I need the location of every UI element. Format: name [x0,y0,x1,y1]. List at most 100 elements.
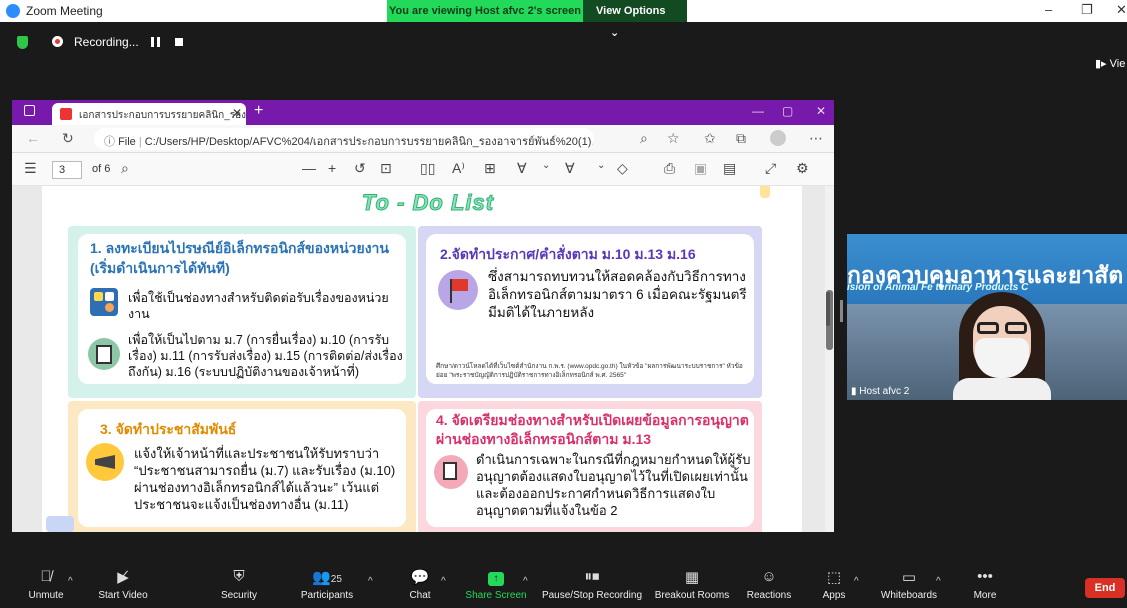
browser-tab[interactable]: เอกสารประกอบการบรรยายคลินิก_รอง ✕ [52,103,246,125]
apps-label: Apps [822,590,846,601]
favorites-icon[interactable]: ✩ [704,130,716,147]
shield-icon[interactable] [17,36,28,49]
microphone-muted-icon: 🎙̸ [40,568,52,585]
end-button[interactable]: End [1085,578,1125,598]
print-icon[interactable]: ⎙ [664,160,675,177]
pdf-icon [60,108,72,120]
browser-close-button[interactable]: ✕ [816,104,826,118]
save-as-icon[interactable]: ▤ [723,160,736,177]
contact-device-icon [90,288,118,316]
participant-video[interactable]: กองควบคุมอาหารและยาสัต ision of Animal F… [847,234,1127,400]
browser-minimize-button[interactable]: — [752,104,764,118]
chat-button[interactable]: 💬 Chat [400,560,440,608]
zoom-toolbar: 🎙̸ Unmute ^ ▶̸ Start Video ⛨ Security 👥2… [0,560,1127,608]
find-icon[interactable]: ⌕ [121,160,129,177]
participants-label: Participants [300,590,354,601]
zoom-in-icon[interactable]: + [328,160,336,176]
apps-options-chevron[interactable]: ^ [854,576,859,587]
draw-icon[interactable]: ∀ [517,160,527,177]
share-screen-icon: ↑ [464,568,528,586]
whiteboards-button[interactable]: ▭ Whiteboards [876,560,942,608]
window-title: Zoom Meeting [26,4,103,18]
share-screen-label: Share Screen [465,590,527,601]
panel-resize-handle[interactable] [826,292,830,326]
start-video-label: Start Video [98,590,148,601]
zoom-lens-icon[interactable]: ⌕ [640,130,648,147]
collections-icon[interactable]: ⧉ [736,130,746,147]
chat-options-chevron[interactable]: ^ [441,576,446,587]
view-options-button[interactable]: View Options ⌄ [583,0,687,39]
pdf-page: To - Do List 1. ลงทะเบียนไปรษณีย์อิเล็กท… [42,186,802,532]
browser-restore-button[interactable]: ▢ [782,104,793,118]
page-view-icon[interactable]: ▯▯ [420,160,435,177]
view-button[interactable]: ▮▸ Vie [1095,57,1125,70]
more-button[interactable]: ••• More [968,560,1002,608]
participants-options-chevron[interactable]: ^ [368,576,373,587]
back-icon[interactable]: ← [26,130,40,146]
quadrant-2-card: 2.จัดทำประกาศ/คำสั่งตาม ม.10 ม.13 ม.16 ซ… [426,234,754,384]
close-button[interactable]: ✕ [1116,2,1127,18]
quadrant-3-heading: 3. จัดทำประชาสัมพันธ์ [100,421,237,437]
chat-bubble-icon: 💬 [410,569,430,586]
unmute-button[interactable]: 🎙̸ Unmute [18,560,74,608]
fit-page-icon[interactable]: ⊡ [380,160,392,177]
favorite-star-icon[interactable]: ☆ [667,130,680,147]
save-icon[interactable]: ▣ [694,160,707,177]
more-dots-icon: ••• [977,568,993,585]
contents-icon[interactable]: ☰ [24,160,37,177]
security-button[interactable]: ⛨ Security [214,560,264,608]
participant-person [947,282,1057,400]
erase-icon[interactable]: ◇ [617,160,628,177]
pause-stop-recording-button[interactable]: ⏸⏹ Pause/Stop Recording [540,560,644,608]
stop-icon[interactable] [175,38,183,46]
participant-name-label: ▮ Host afvc 2 [851,386,909,397]
share-screen-button[interactable]: ↑ Share Screen [464,560,528,608]
tab-actions-icon[interactable] [24,105,35,116]
start-video-button[interactable]: ▶̸ Start Video [92,560,154,608]
quadrant-1: 1. ลงทะเบียนไปรษณีย์อิเล็กทรอนิกส์ของหน่… [68,226,416,398]
page-number-input[interactable]: 3 [52,161,82,179]
minimize-button[interactable]: – [1045,2,1052,17]
address-bar-row: ← ↻ ⓘ File | C:/Users/HP/Desktop/AFVC%20… [12,125,834,153]
breakout-rooms-button[interactable]: ▦ Breakout Rooms [654,560,730,608]
unmute-label: Unmute [28,590,64,601]
quadrant-1-item-2: เพื่อให้เป็นไปตาม ม.7 (การยื่นเรื่อง) ม.… [128,333,403,379]
text-select-icon[interactable]: ⊞ [484,160,496,177]
video-off-icon: ▶̸ [117,569,129,586]
quadrant-4-body: ดำเนินการเฉพาะในกรณีที่กฎหมายกำหนดให้ผู้… [476,452,751,518]
whiteboards-options-chevron[interactable]: ^ [936,576,941,587]
highlight-icon[interactable]: ∀ [565,160,575,177]
address-input[interactable]: ⓘ File | C:/Users/HP/Desktop/AFVC%204/เอ… [94,128,594,150]
profile-avatar[interactable] [770,130,786,146]
pdf-toolbar: ☰ 3 of 6 ⌕ — + ↺ ⊡ ▯▯ A⁾ ⊞ ∀ ⌄ ∀ ⌄ ◇ ⎙ ▣… [12,153,834,186]
close-tab-icon[interactable]: ✕ [232,106,242,120]
zoom-out-icon[interactable]: — [302,160,316,176]
draw-chevron-icon[interactable]: ⌄ [542,160,550,171]
document-check-icon [88,338,120,370]
participants-button[interactable]: 👥25 Participants [296,560,358,608]
reactions-button[interactable]: ☺ Reactions [744,560,794,608]
shield-icon: ⛨ [233,568,245,585]
read-aloud-icon[interactable]: A⁾ [452,160,465,177]
maximize-button[interactable]: ❐ [1081,2,1093,18]
new-tab-icon[interactable]: + [254,102,263,120]
tab-title: เอกสารประกอบการบรรยายคลินิก_รอง [79,110,246,121]
pdf-scrollbar[interactable] [825,186,834,532]
pause-icon[interactable] [151,37,161,47]
more-menu-icon[interactable]: ⋯ [809,130,823,147]
rotate-icon[interactable]: ↺ [354,160,366,177]
settings-gear-icon[interactable]: ⚙ [796,160,809,177]
highlight-chevron-icon[interactable]: ⌄ [597,160,605,171]
share-options-chevron[interactable]: ^ [523,576,528,587]
audio-options-chevron[interactable]: ^ [68,576,73,587]
panel-splitter[interactable] [840,300,843,322]
decor-block [46,516,74,532]
apps-icon: ⬚ [826,569,842,586]
refresh-icon[interactable]: ↻ [62,130,74,147]
pdf-viewport[interactable]: To - Do List 1. ลงทะเบียนไปรษณีย์อิเล็กท… [12,186,825,532]
quadrant-2-body: ซึ่งสามารถทบทวนให้สอดคล้องกับวิธีการทางอ… [488,269,747,320]
expand-icon[interactable]: ⤢ [765,160,776,177]
license-search-icon [434,455,468,489]
pause-recording-label: Pause/Stop Recording [541,590,643,601]
apps-button[interactable]: ⬚ Apps [818,560,850,608]
